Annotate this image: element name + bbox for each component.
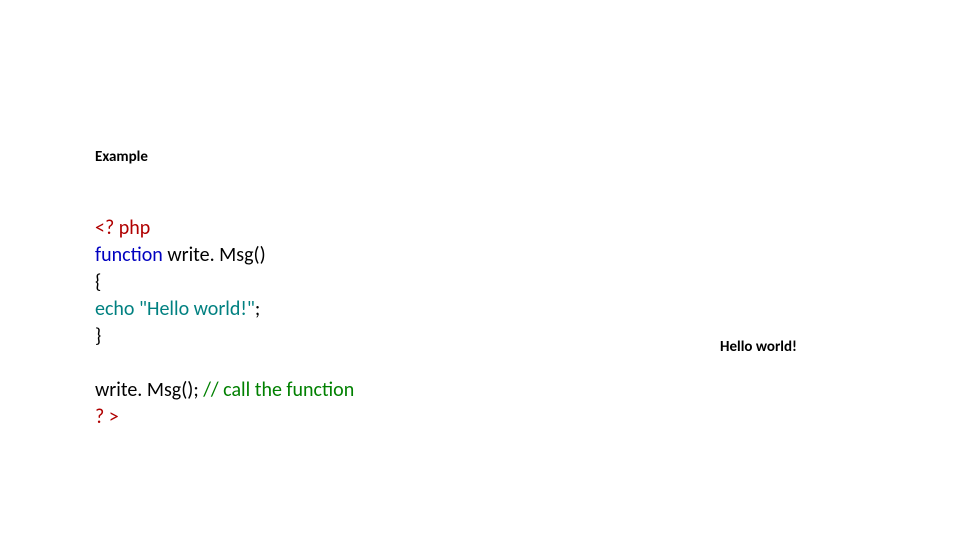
code-line-open-tag: <? php — [95, 215, 354, 242]
echo-semicolon: ; — [255, 297, 260, 321]
code-line-close-tag: ? > — [95, 404, 354, 431]
php-close-tag: ? > — [95, 405, 119, 429]
brace-open: { — [95, 270, 101, 294]
code-line-echo: echo "Hello world!"; — [95, 296, 354, 323]
echo-string: "Hello world!" — [139, 297, 255, 321]
echo-keyword: echo — [95, 297, 139, 321]
code-example: <? php function write. Msg() { echo "Hel… — [95, 215, 354, 431]
code-line-call: write. Msg(); // call the function — [95, 377, 354, 404]
comment: // call the function — [203, 378, 354, 402]
php-open-tag: <? php — [95, 216, 150, 240]
brace-close: } — [95, 324, 101, 348]
code-line-brace-open: { — [95, 269, 354, 296]
function-call: write. Msg(); — [95, 378, 203, 402]
output-text: Hello world! — [720, 338, 797, 356]
function-name: write. Msg — [167, 243, 253, 267]
example-heading: Example — [95, 148, 148, 166]
code-line-func-decl: function write. Msg() — [95, 242, 354, 269]
code-line-brace-close: } — [95, 323, 354, 350]
code-blank-line — [95, 350, 354, 377]
parens: () — [254, 243, 266, 267]
keyword-function: function — [95, 243, 163, 267]
